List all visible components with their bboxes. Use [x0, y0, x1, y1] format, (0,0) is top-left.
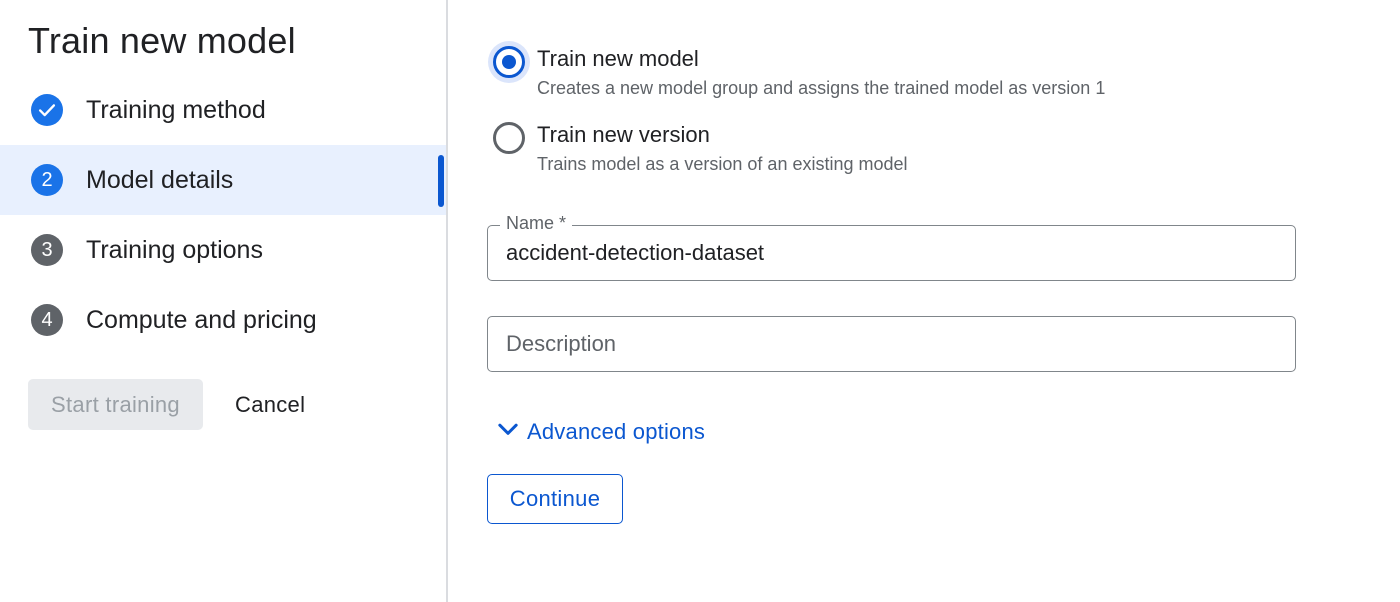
stepper-sidebar: Train new model Training method 2 Model … — [0, 0, 448, 602]
model-details-form: Train new model Creates a new model grou… — [450, 0, 1400, 602]
radio-button-selected[interactable] — [493, 46, 525, 78]
step-training-options[interactable]: 3 Training options — [0, 215, 446, 285]
step-label: Training method — [86, 95, 266, 124]
name-field: Name * — [487, 213, 1296, 281]
step-number-badge: 4 — [31, 304, 63, 336]
radio-description: Creates a new model group and assigns th… — [537, 78, 1106, 98]
active-step-indicator — [438, 155, 444, 207]
radio-description: Trains model as a version of an existing… — [537, 154, 908, 174]
radio-button-unselected[interactable] — [493, 122, 525, 154]
cancel-button[interactable]: Cancel — [219, 379, 321, 430]
advanced-options-label: Advanced options — [527, 418, 706, 444]
radio-title: Train new version — [537, 122, 710, 147]
radio-train-new-model[interactable]: Train new model Creates a new model grou… — [488, 38, 1288, 108]
description-input[interactable] — [506, 317, 1281, 371]
step-compute-and-pricing[interactable]: 4 Compute and pricing — [0, 285, 446, 355]
start-training-button[interactable]: Start training — [28, 379, 203, 430]
step-number-badge: 3 — [31, 234, 63, 266]
chevron-down-icon — [495, 416, 521, 447]
continue-button[interactable]: Continue — [487, 474, 623, 524]
radio-dot — [502, 55, 516, 69]
check-icon — [31, 94, 63, 126]
radio-title: Train new model — [537, 46, 699, 71]
step-label: Compute and pricing — [86, 305, 317, 334]
advanced-options-toggle[interactable]: Advanced options — [495, 416, 705, 447]
step-label: Model details — [86, 165, 234, 194]
step-training-method[interactable]: Training method — [0, 75, 446, 145]
radio-train-new-version[interactable]: Train new version Trains model as a vers… — [488, 114, 1288, 184]
page-title: Train new model — [28, 20, 296, 61]
step-number-badge: 2 — [31, 164, 63, 196]
step-model-details[interactable]: 2 Model details — [0, 145, 446, 215]
train-model-dialog: Train new model Training method 2 Model … — [0, 0, 1400, 602]
step-label: Training options — [86, 235, 263, 264]
description-field — [487, 316, 1296, 372]
name-input[interactable] — [506, 226, 1281, 280]
